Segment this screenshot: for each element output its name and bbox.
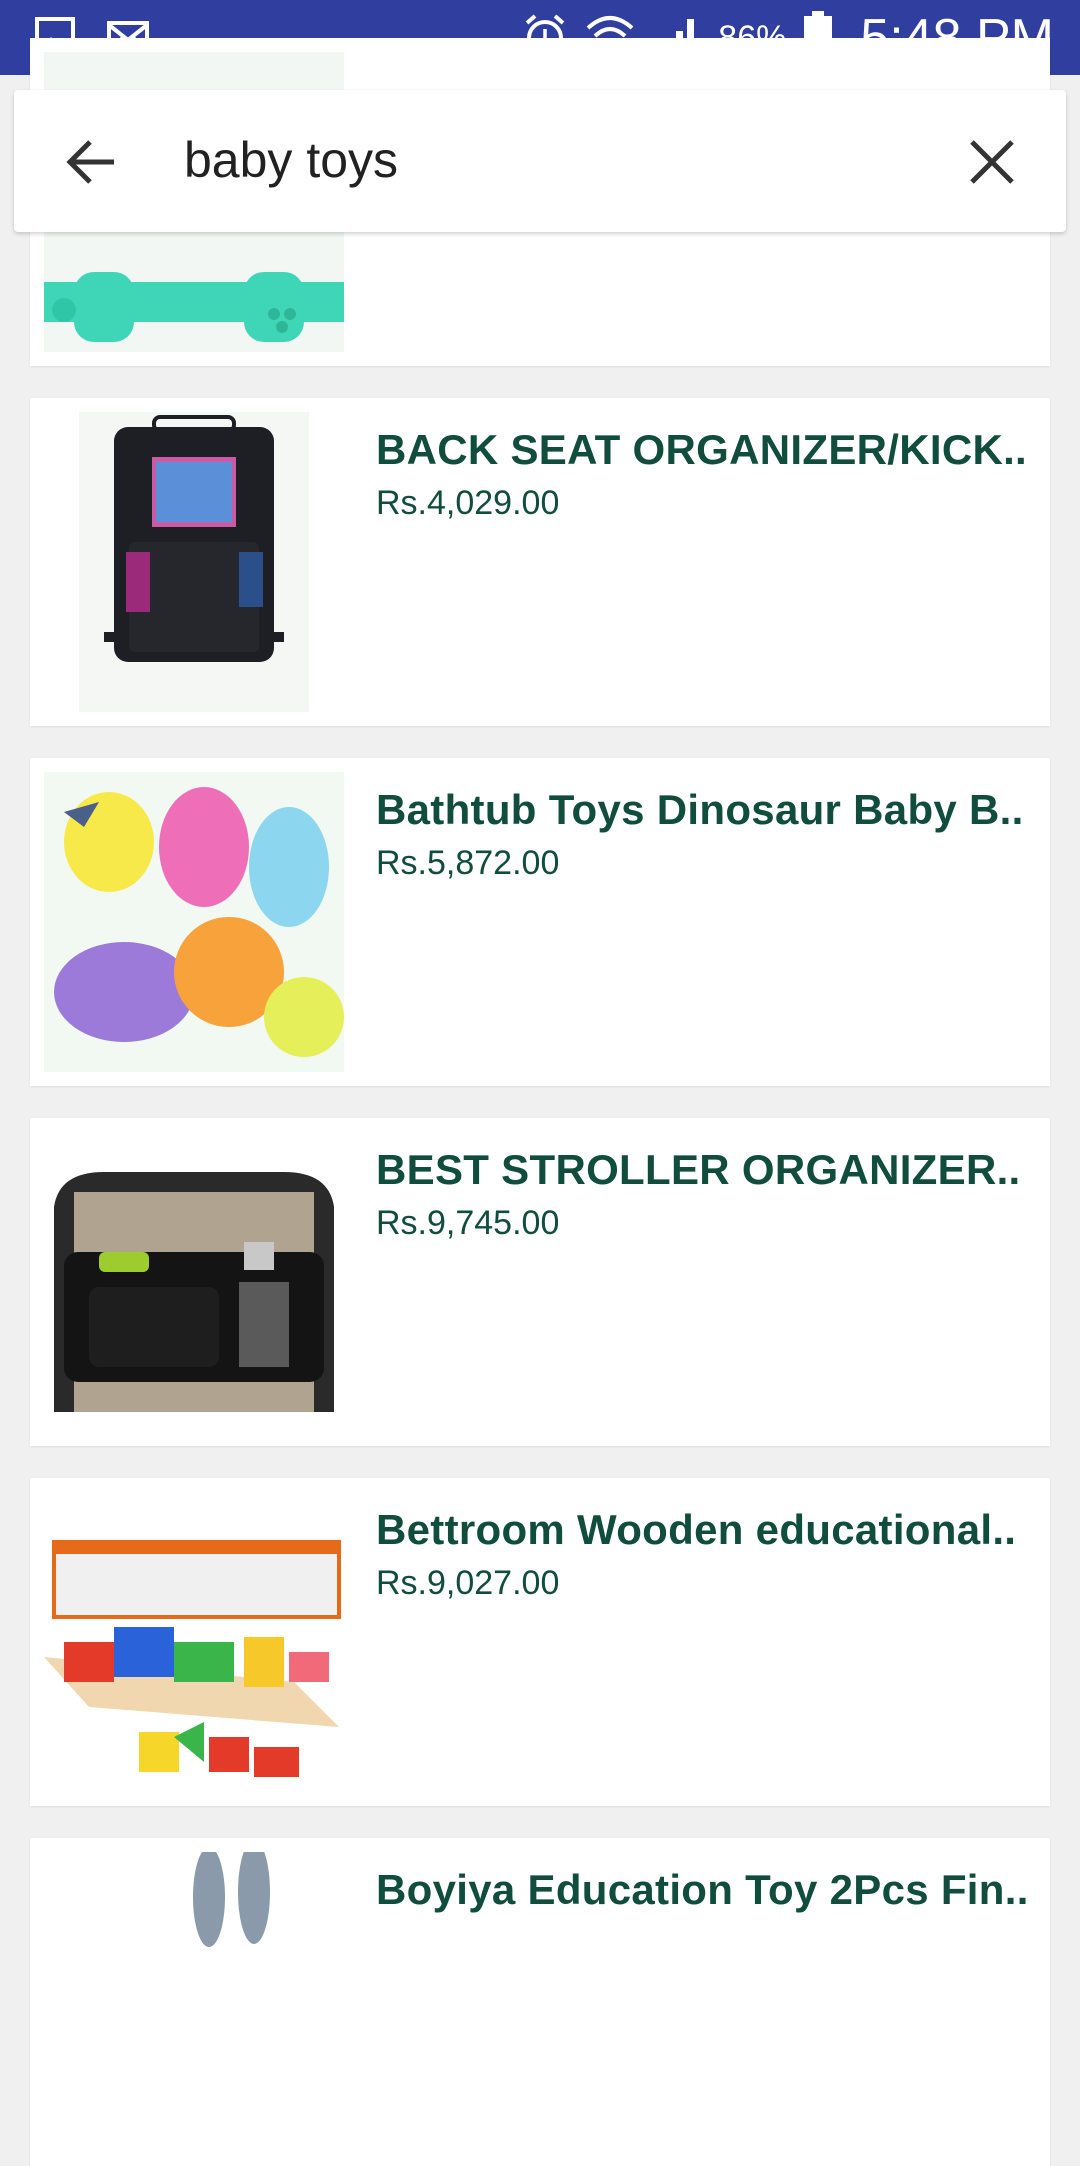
arrow-left-icon — [66, 140, 114, 184]
result-card[interactable]: BEST STROLLER ORGANIZER.. Rs.9,745.00 — [30, 1118, 1050, 1446]
product-title: BACK SEAT ORGANIZER/KICK.. — [376, 426, 1028, 473]
product-title: Boyiya Education Toy 2Pcs Fin.. — [376, 1866, 1029, 1913]
close-icon — [970, 140, 1014, 184]
result-card[interactable]: Bettroom Wooden educational.. Rs.9,027.0… — [30, 1478, 1050, 1806]
product-price: Rs.9,027.00 — [376, 1564, 560, 1602]
search-bar: baby toys — [14, 90, 1066, 232]
product-image-plush-bunny — [44, 1852, 344, 2152]
clear-search-button[interactable] — [962, 132, 1022, 192]
search-input[interactable]: baby toys — [184, 130, 398, 190]
result-card[interactable]: BACK SEAT ORGANIZER/KICK.. Rs.4,029.00 — [30, 398, 1050, 726]
back-button[interactable] — [62, 132, 122, 192]
product-price: Rs.9,745.00 — [376, 1204, 560, 1242]
product-title: Bathtub Toys Dinosaur Baby B.. — [376, 786, 1024, 833]
product-price: Rs.4,029.00 — [376, 484, 560, 522]
product-image-back-seat-organizer — [44, 412, 344, 712]
product-image-bathtub-dinosaurs — [44, 772, 344, 1072]
product-title: Bettroom Wooden educational.. — [376, 1506, 1017, 1553]
product-image-wooden-shape-sorter — [44, 1492, 344, 1792]
result-card[interactable]: Bathtub Toys Dinosaur Baby B.. Rs.5,872.… — [30, 758, 1050, 1086]
product-title: BEST STROLLER ORGANIZER.. — [376, 1146, 1021, 1193]
product-image-stroller-organizer — [44, 1132, 344, 1432]
result-card[interactable]: Boyiya Education Toy 2Pcs Fin.. — [30, 1838, 1050, 2166]
product-price: Rs.5,872.00 — [376, 844, 560, 882]
